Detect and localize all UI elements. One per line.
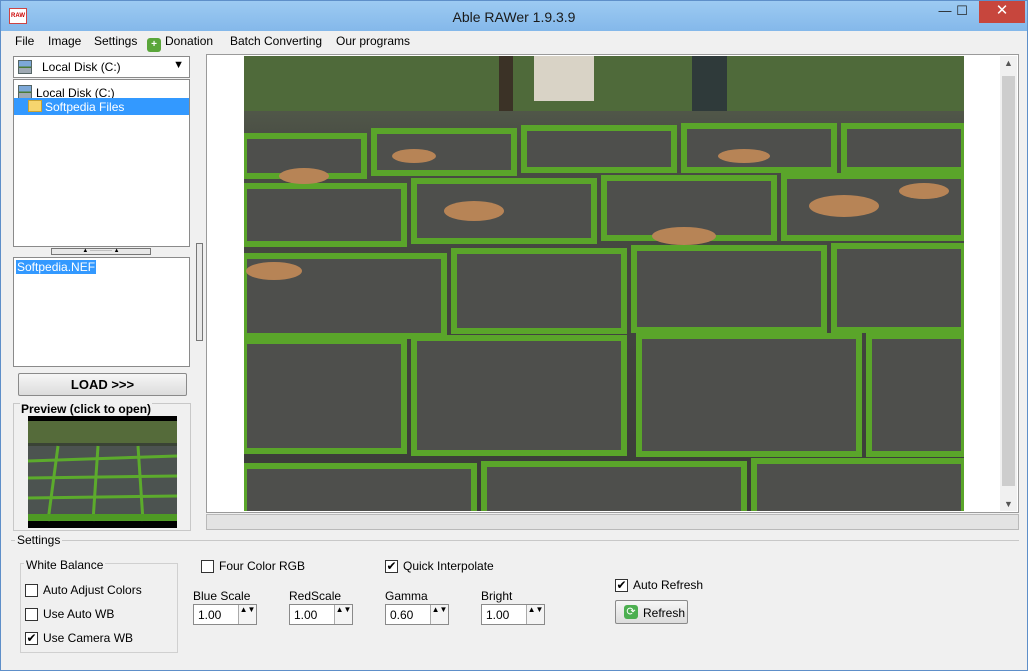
close-button[interactable]: ✕ — [979, 1, 1025, 23]
drive-select-value: Local Disk (C:) — [42, 60, 121, 74]
vertical-scrollbar[interactable]: ▲ ▼ — [1000, 56, 1017, 511]
checkbox-label: Auto Refresh — [633, 578, 704, 592]
blue-scale-label: Blue Scale — [193, 589, 251, 603]
four-color-rgb-checkbox[interactable]: Four Color RGB — [201, 559, 305, 573]
spin-value: 1.00 — [294, 608, 318, 622]
use-camera-wb-checkbox[interactable]: ✔ Use Camera WB — [25, 631, 133, 645]
checkbox-label: Quick Interpolate — [403, 559, 494, 573]
auto-refresh-checkbox[interactable]: ✔ Auto Refresh — [615, 578, 703, 592]
bright-input[interactable]: 1.00 ▲▼ — [481, 604, 545, 625]
checkbox-label: Use Camera WB — [43, 631, 134, 645]
refresh-button-label: Refresh — [643, 606, 686, 620]
red-scale-label: RedScale — [289, 589, 342, 603]
menu-batch-converting[interactable]: Batch Converting — [230, 34, 322, 48]
horizontal-scrollbar[interactable] — [206, 514, 1019, 530]
red-scale-input[interactable]: 1.00 ▲▼ — [289, 604, 353, 625]
drive-icon — [18, 60, 32, 74]
drive-icon — [18, 85, 32, 99]
white-balance-label: White Balance — [24, 558, 106, 572]
scroll-up-icon[interactable]: ▲ — [1000, 58, 1017, 68]
list-item[interactable]: Softpedia.NEF — [16, 260, 97, 274]
spin-value: 0.60 — [390, 608, 414, 622]
checkbox-box[interactable] — [25, 583, 38, 597]
file-list[interactable]: Softpedia.NEF — [13, 257, 190, 367]
chevron-down-icon[interactable]: ▼ — [173, 59, 184, 71]
menu-donation-label: Donation — [165, 34, 214, 48]
menu-image[interactable]: Image — [48, 34, 81, 48]
use-auto-wb-checkbox[interactable]: Use Auto WB — [25, 607, 114, 621]
bright-label: Bright — [481, 589, 513, 603]
load-button[interactable]: LOAD >>> — [18, 373, 187, 396]
title-bar: RAW Able RAWer 1.9.3.9 — ☐ ✕ — [1, 1, 1027, 31]
spin-value: 1.00 — [198, 608, 222, 622]
gamma-label: Gamma — [385, 589, 428, 603]
main-image — [244, 56, 964, 511]
horizontal-splitter[interactable]: ▲ ··········· ▲ — [51, 248, 151, 255]
menu-our-programs[interactable]: Our programs — [336, 34, 410, 48]
checkbox-box[interactable] — [25, 607, 38, 621]
spin-arrows-icon[interactable]: ▲▼ — [526, 605, 544, 624]
preview-thumbnail[interactable] — [28, 416, 177, 528]
spin-arrows-icon[interactable]: ▲▼ — [430, 605, 448, 624]
donation-icon: + — [147, 38, 161, 52]
check-icon[interactable]: ✔ — [385, 559, 398, 573]
app-window: RAW Able RAWer 1.9.3.9 — ☐ ✕ File Image … — [0, 0, 1028, 671]
tree-item-label: Softpedia Files — [45, 100, 125, 114]
drive-select[interactable]: Local Disk (C:) ▼ — [13, 56, 190, 78]
spin-arrows-icon[interactable]: ▲▼ — [334, 605, 352, 624]
check-icon[interactable]: ✔ — [615, 578, 628, 592]
scroll-down-icon[interactable]: ▼ — [1000, 499, 1017, 509]
spin-value: 1.00 — [486, 608, 510, 622]
checkbox-label: Four Color RGB — [219, 559, 306, 573]
checkbox-box[interactable] — [201, 559, 214, 573]
menu-file[interactable]: File — [15, 34, 34, 48]
image-viewer[interactable]: ▲ ▼ — [206, 54, 1019, 513]
preview-label: Preview (click to open) — [20, 402, 153, 416]
menu-bar: File Image Settings + Donation Batch Conv… — [1, 31, 1027, 52]
scrollbar-thumb[interactable] — [1002, 76, 1015, 486]
window-title: Able RAWer 1.9.3.9 — [452, 9, 576, 25]
checkbox-label: Auto Adjust Colors — [43, 583, 142, 597]
folder-tree[interactable]: Local Disk (C:) Softpedia Files — [13, 79, 190, 247]
quick-interpolate-checkbox[interactable]: ✔ Quick Interpolate — [385, 559, 494, 573]
preview-group: Preview (click to open) — [13, 402, 191, 531]
maximize-button[interactable]: ☐ — [947, 1, 977, 23]
folder-icon — [28, 100, 42, 112]
settings-label: Settings — [15, 533, 63, 547]
menu-settings[interactable]: Settings — [94, 34, 137, 48]
vertical-splitter[interactable] — [196, 243, 203, 341]
check-icon[interactable]: ✔ — [25, 631, 38, 645]
blue-scale-input[interactable]: 1.00 ▲▼ — [193, 604, 257, 625]
checkbox-label: Use Auto WB — [43, 607, 115, 621]
refresh-icon: ⟳ — [624, 605, 638, 619]
menu-donation[interactable]: + Donation — [147, 34, 213, 52]
auto-adjust-colors-checkbox[interactable]: Auto Adjust Colors — [25, 583, 142, 597]
gamma-input[interactable]: 0.60 ▲▼ — [385, 604, 449, 625]
refresh-button[interactable]: ⟳ Refresh — [615, 600, 688, 624]
spin-arrows-icon[interactable]: ▲▼ — [238, 605, 256, 624]
tree-item-selected[interactable]: Softpedia Files — [14, 98, 189, 115]
